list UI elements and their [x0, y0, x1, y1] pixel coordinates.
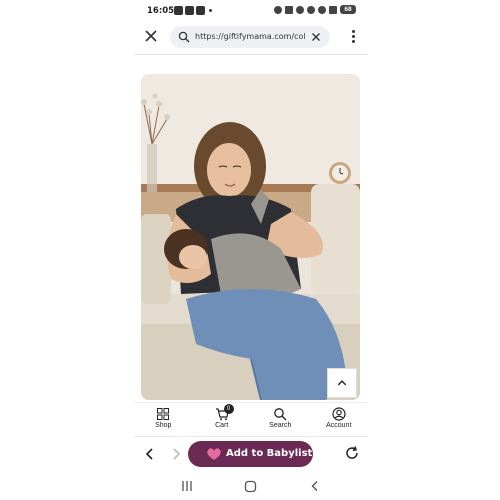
url-bar[interactable]: https://giftifymama.com/col	[170, 26, 330, 48]
forward-arrow-icon[interactable]	[170, 447, 182, 461]
add-to-babylist-button[interactable]: Add to Babylist	[188, 441, 313, 467]
browser-toolbar-bottom: Add to Babylist	[134, 436, 368, 470]
browser-toolbar-top: https://giftifymama.com/col	[134, 24, 368, 52]
system-icons: 68	[274, 5, 356, 14]
divider	[134, 54, 368, 55]
close-icon[interactable]	[144, 29, 158, 43]
grid-icon	[157, 408, 170, 420]
dnd-icon	[274, 5, 282, 14]
site-bottom-nav: Shop 0 Cart Search Account	[134, 402, 368, 434]
notification-icon	[185, 6, 194, 15]
recents-icon[interactable]	[180, 480, 194, 492]
account-icon	[332, 407, 346, 421]
url-text[interactable]: https://giftifymama.com/col	[195, 32, 305, 41]
nav-shop[interactable]: Shop	[134, 403, 193, 434]
nav-label: Cart	[215, 422, 229, 429]
mute-icon	[296, 5, 304, 14]
notification-icon	[196, 6, 205, 15]
cart-count-badge: 0	[223, 404, 234, 414]
search-icon	[178, 31, 190, 43]
nav-account[interactable]: Account	[310, 403, 369, 434]
nav-label: Shop	[155, 422, 172, 429]
location-icon	[307, 5, 315, 14]
system-nav-bar	[134, 472, 368, 500]
status-time: 16:05	[147, 6, 175, 16]
nav-cart[interactable]: 0 Cart	[193, 403, 252, 434]
heart-icon	[207, 448, 221, 460]
nfc-icon	[285, 5, 293, 14]
clear-icon[interactable]	[310, 31, 322, 43]
home-icon[interactable]	[244, 480, 257, 493]
search-icon	[274, 408, 287, 421]
add-to-babylist-label: Add to Babylist	[226, 448, 313, 459]
chevron-up-icon[interactable]	[327, 368, 357, 398]
more-notifications-dot	[209, 9, 212, 12]
back-arrow-icon[interactable]	[144, 447, 156, 461]
phone-screen: 16:05 68 https://giftifymama.com/col Sho…	[134, 0, 368, 500]
signal-icon	[329, 5, 337, 14]
battery-icon: 68	[340, 5, 356, 14]
wifi-icon	[318, 5, 326, 14]
reload-icon[interactable]	[344, 445, 360, 461]
system-back-icon[interactable]	[310, 480, 320, 492]
nav-label: Account	[326, 422, 352, 429]
product-photo[interactable]	[141, 74, 360, 400]
notification-icon	[174, 6, 183, 15]
notification-icons	[174, 6, 212, 15]
product-photo-illustration	[141, 74, 360, 400]
more-vert-icon[interactable]	[350, 30, 356, 46]
nav-label: Search	[269, 422, 292, 429]
status-bar: 16:05 68	[134, 0, 368, 22]
nav-search[interactable]: Search	[251, 403, 310, 434]
